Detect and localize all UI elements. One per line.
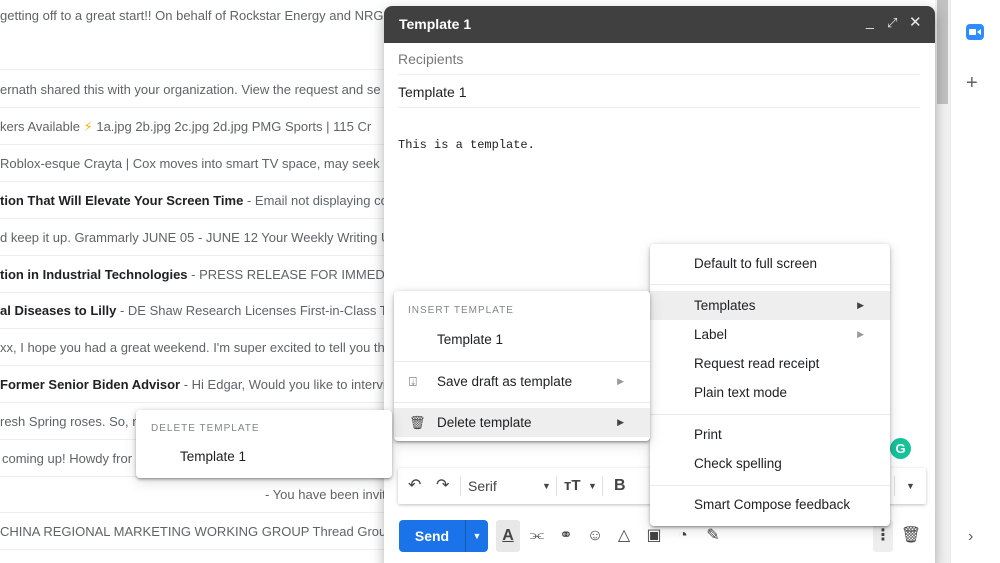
menu-item-delete-template[interactable]: 🗑︎ Delete template ▶ — [394, 408, 650, 437]
menu-item-delete-template-1[interactable]: Template 1 — [136, 442, 392, 471]
toolbar-divider — [602, 476, 603, 496]
templates-submenu: INSERT TEMPLATE Template 1 ⍗ Save draft a… — [394, 291, 650, 441]
menu-item-insert-template-1[interactable]: Template 1 — [394, 325, 650, 354]
schedule-send-caret-icon[interactable]: ▼ — [465, 520, 488, 552]
submenu-arrow-icon: ▶ — [617, 376, 624, 386]
more-formatting-caret-icon[interactable]: ▼ — [906, 468, 915, 504]
menu-item-check-spelling[interactable]: Check spelling — [650, 449, 890, 478]
paperclip-icon[interactable]: ⫘ — [525, 520, 549, 552]
submenu-arrow-icon: ▶ — [857, 329, 864, 339]
gmail-screen: getting off to a great start!! On behalf… — [0, 0, 1000, 563]
send-button[interactable]: Send ▼ — [399, 520, 488, 552]
menu-divider — [650, 485, 890, 486]
toolbar-divider — [460, 476, 461, 496]
message-body[interactable]: This is a template. — [398, 138, 535, 152]
menu-divider — [394, 361, 650, 362]
scrollbar-thumb[interactable] — [937, 0, 948, 104]
caret-down-icon[interactable]: ▼ — [542, 468, 551, 504]
undo-icon[interactable]: ↶ — [408, 468, 421, 504]
close-icon[interactable]: ✕ — [909, 14, 922, 32]
menu-item-print[interactable]: Print — [650, 420, 890, 449]
save-template-icon: ⍗ — [409, 374, 417, 389]
link-icon[interactable]: ⚭ — [554, 520, 578, 552]
lightning-icon: ⚡ — [83, 119, 93, 134]
insert-template-heading: INSERT TEMPLATE — [408, 305, 514, 316]
drive-icon[interactable]: △ — [612, 520, 636, 552]
caret-down-icon[interactable]: ▼ — [588, 468, 597, 504]
chevron-right-icon[interactable]: › — [968, 528, 973, 546]
menu-item-plain-text[interactable]: Plain text mode — [650, 378, 890, 407]
menu-item-default-full-screen[interactable]: Default to full screen — [650, 249, 890, 278]
trash-icon: 🗑︎ — [409, 415, 426, 430]
fullscreen-icon[interactable]: ⤢ — [887, 14, 897, 32]
menu-item-smart-compose-feedback[interactable]: Smart Compose feedback — [650, 490, 890, 519]
menu-divider — [394, 402, 650, 403]
subject-field[interactable]: Template 1 — [398, 76, 920, 108]
toolbar-divider — [894, 476, 895, 496]
menu-divider — [650, 414, 890, 415]
zoom-icon[interactable] — [966, 24, 984, 40]
delete-template-submenu: DELETE TEMPLATE Template 1 — [136, 410, 392, 478]
menu-item-save-draft-as-template[interactable]: ⍗ Save draft as template ▶ — [394, 367, 650, 396]
trash-icon[interactable]: 🗑︎ — [899, 520, 923, 552]
submenu-arrow-icon: ▶ — [857, 300, 864, 310]
compose-title: Template 1 — [399, 16, 472, 32]
submenu-arrow-icon: ▶ — [617, 417, 624, 427]
font-select[interactable]: Serif — [468, 468, 497, 504]
font-size-button[interactable]: тT — [564, 468, 581, 504]
menu-item-read-receipt[interactable]: Request read receipt — [650, 349, 890, 378]
compose-header[interactable]: Template 1 _ ⤢ ✕ — [384, 6, 935, 43]
plus-icon[interactable]: + — [966, 73, 978, 93]
menu-item-label[interactable]: Label ▶ — [650, 320, 890, 349]
send-label[interactable]: Send — [399, 520, 465, 552]
grammarly-icon[interactable]: G — [890, 438, 911, 459]
menu-divider — [650, 284, 890, 285]
menu-item-templates[interactable]: Templates ▶ — [650, 291, 890, 320]
bold-button[interactable]: B — [614, 468, 626, 504]
emoji-icon[interactable]: ☺ — [583, 520, 607, 552]
redo-icon[interactable]: ↷ — [436, 468, 449, 504]
recipients-field[interactable]: Recipients — [398, 43, 920, 75]
delete-template-heading: DELETE TEMPLATE — [151, 423, 260, 434]
formatting-options-icon[interactable]: A — [496, 520, 520, 552]
minimize-icon[interactable]: _ — [866, 12, 874, 30]
more-options-menu: Default to full screen Templates ▶ Label ▶… — [650, 244, 890, 526]
toolbar-divider — [556, 476, 557, 496]
